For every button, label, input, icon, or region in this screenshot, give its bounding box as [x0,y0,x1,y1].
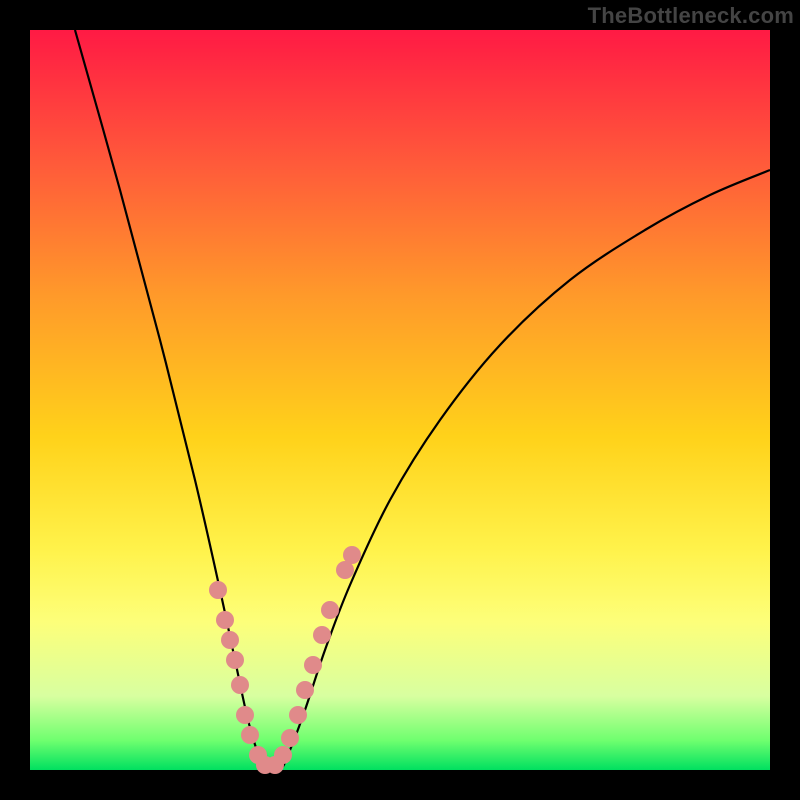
scatter-dot [236,706,254,724]
scatter-dot [321,601,339,619]
scatter-group [209,546,361,774]
scatter-dot [216,611,234,629]
scatter-dot [241,726,259,744]
scatter-dot [296,681,314,699]
scatter-dot [221,631,239,649]
scatter-dot [313,626,331,644]
scatter-dot [274,746,292,764]
bottleneck-plot [30,30,770,770]
scatter-dot [289,706,307,724]
bottleneck-curve [75,30,770,772]
chart-frame [30,30,770,770]
scatter-dot [281,729,299,747]
scatter-dot [209,581,227,599]
scatter-dot [226,651,244,669]
watermark-text: TheBottleneck.com [588,3,794,29]
scatter-dot [304,656,322,674]
scatter-dot [231,676,249,694]
scatter-dot [343,546,361,564]
